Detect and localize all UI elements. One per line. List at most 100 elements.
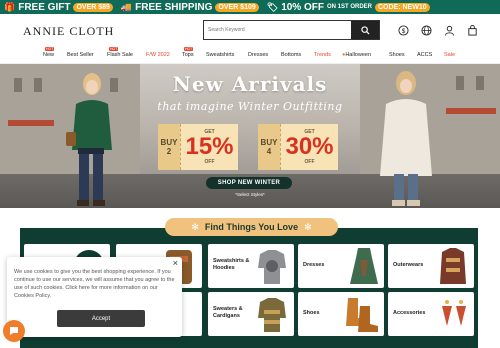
coat-image: [440, 248, 466, 284]
nav-item-trends[interactable]: Trends: [314, 52, 331, 58]
category-tile-dresses[interactable]: Dresses: [298, 244, 384, 288]
nav-item-shoes[interactable]: Shoes: [389, 52, 405, 58]
offer-buy4: BUY 4 GET 30% OFF: [258, 124, 338, 170]
offer-discount: GET 15% OFF: [180, 124, 238, 170]
sweatshirt-image: [258, 250, 286, 284]
category-tile-sweaters[interactable]: Sweaters & Cardigans: [208, 292, 294, 336]
offer-percent: 15%: [185, 133, 234, 160]
hot-badge: HOT: [109, 47, 119, 51]
offer-percent: 30%: [285, 133, 334, 160]
nav-item-label: New: [43, 52, 55, 58]
nav-item-label: Dresses: [248, 52, 269, 58]
user-icon[interactable]: [443, 24, 455, 36]
nav-item-label: F/W 2022: [146, 52, 170, 58]
promo-free-shipping-badge: OVER $109: [215, 2, 259, 12]
offer-discount: GET 30% OFF: [280, 124, 338, 170]
accept-cookies-button[interactable]: Accept: [57, 310, 145, 327]
boots-image: [346, 298, 378, 332]
promo-bar[interactable]: 🎁 FREE GIFT OVER $89 🚚 FREE SHIPPING OVE…: [0, 0, 500, 14]
promo-free-gift-badge: OVER $89: [73, 2, 113, 12]
find-things-heading: ✻ Find Things You Love ✻: [165, 218, 338, 236]
offer-buy-count: 4: [266, 147, 272, 156]
dress-image: [350, 248, 378, 284]
promo-code-badge: CODE: NEW10: [375, 2, 430, 12]
banner-title: New Arrivals: [172, 72, 328, 96]
promo-first-order-text: 10% OFF: [281, 1, 324, 13]
sweater-image: [258, 298, 286, 332]
promo-free-gift-text: FREE GIFT: [18, 1, 71, 13]
offer-buy-label: BUY 2: [158, 124, 180, 170]
shop-new-winter-button[interactable]: SHOP NEW WINTER: [206, 177, 292, 189]
find-things-title: Find Things You Love: [204, 222, 299, 232]
nav-item-label: Shoes: [389, 52, 405, 58]
nav-item-label: Best Seller: [67, 52, 94, 58]
promo-free-gift[interactable]: 🎁 FREE GIFT OVER $89: [4, 2, 113, 13]
promo-free-shipping-text: FREE SHIPPING: [135, 1, 213, 13]
awning: [8, 120, 54, 126]
offer-buy2: BUY 2 GET 15% OFF: [158, 124, 238, 170]
offer-buy-word: BUY: [160, 138, 178, 147]
search-bar: [203, 20, 380, 40]
site-logo[interactable]: ANNIE CLOTH: [23, 24, 114, 39]
banner-subtitle: that imagine Winter Outfitting: [157, 100, 343, 113]
search-input[interactable]: [204, 21, 351, 39]
shopping-bag-icon[interactable]: [466, 24, 478, 36]
chat-button[interactable]: [3, 320, 25, 342]
offer-off: OFF: [204, 159, 215, 165]
globe-icon[interactable]: [420, 24, 432, 36]
nav-item-dresses[interactable]: Dresses: [248, 52, 268, 58]
select-styles-note: *Select Styles*: [235, 192, 265, 197]
nav-item-sale[interactable]: Sale: [444, 52, 455, 58]
nav-item-label: Sweatshirts: [206, 52, 235, 58]
nav-item-bottoms[interactable]: Bottoms: [281, 52, 301, 58]
category-label: Accessories: [393, 310, 426, 316]
nav-item-label: ACCS: [417, 52, 433, 58]
nav-item-new[interactable]: HOT New: [43, 47, 55, 58]
svg-text:$: $: [401, 27, 405, 34]
site-header: ANNIE CLOTH $: [0, 14, 500, 46]
promo-free-shipping[interactable]: 🚚 FREE SHIPPING OVER $109: [121, 2, 259, 13]
nav-item-fw-2022[interactable]: F/W 2022: [146, 52, 170, 58]
currency-icon[interactable]: $: [397, 24, 409, 36]
offer-buy-count: 2: [166, 147, 172, 156]
nav-item-label: Tops: [182, 52, 194, 58]
category-label: Sweatshirts & Hoodies: [213, 258, 250, 271]
hot-badge: HOT: [45, 47, 55, 51]
cookie-consent-popup: × We use cookies to give you the best sh…: [7, 257, 182, 337]
nav-item-halloween[interactable]: ●Halloween: [342, 52, 371, 58]
nav-item-label: Halloween: [345, 52, 372, 58]
cookie-text[interactable]: We use cookies to give you the best shop…: [14, 268, 177, 300]
nav-item-accs[interactable]: ACCS: [417, 52, 432, 58]
offer-off: OFF: [304, 159, 315, 165]
category-label: Outerwears: [393, 262, 424, 268]
nav-item-sweatshirts[interactable]: Sweatshirts: [206, 52, 234, 58]
snowflake-icon: ✻: [304, 221, 312, 232]
category-tile-outerwears[interactable]: Outerwears: [388, 244, 474, 288]
close-icon[interactable]: ×: [173, 258, 178, 268]
nav-item-tops[interactable]: HOT Tops: [182, 47, 194, 58]
category-label: Dresses: [303, 262, 325, 268]
hot-badge: HOT: [184, 47, 194, 51]
offer-buy-word: BUY: [260, 138, 278, 147]
promo-first-order-small: ON 1ST ORDER: [326, 4, 372, 10]
category-tile-accessories[interactable]: Accessories: [388, 292, 474, 336]
category-tile-shoes[interactable]: Shoes: [298, 292, 384, 336]
search-button[interactable]: [351, 21, 379, 39]
page: 🎁 FREE GIFT OVER $89 🚚 FREE SHIPPING OVE…: [0, 0, 500, 348]
category-label: Sweaters & Cardigans: [213, 306, 243, 319]
search-icon: [360, 25, 370, 35]
nav-item-best-seller[interactable]: Best Seller: [67, 52, 94, 58]
hero-banner[interactable]: New Arrivals that imagine Winter Outfitt…: [0, 64, 500, 208]
nav-item-label: Flash Sale: [107, 52, 133, 58]
nav-item-flash-sale[interactable]: HOT Flash Sale: [107, 47, 133, 58]
category-label: Shoes: [303, 310, 320, 316]
chat-icon: [10, 327, 18, 335]
nav-item-label: Sale: [444, 52, 456, 58]
gift-icon: 🎁: [4, 1, 16, 12]
promo-first-order[interactable]: 🏷 10% OFF ON 1ST ORDER CODE: NEW10: [267, 2, 430, 13]
offer-buy-label: BUY 4: [258, 124, 280, 170]
tag-icon: 🏷: [266, 1, 279, 12]
snowflake-icon: ✻: [191, 221, 199, 232]
category-tile-sweatshirts[interactable]: Sweatshirts & Hoodies: [208, 244, 294, 288]
earrings-image: [442, 300, 466, 326]
